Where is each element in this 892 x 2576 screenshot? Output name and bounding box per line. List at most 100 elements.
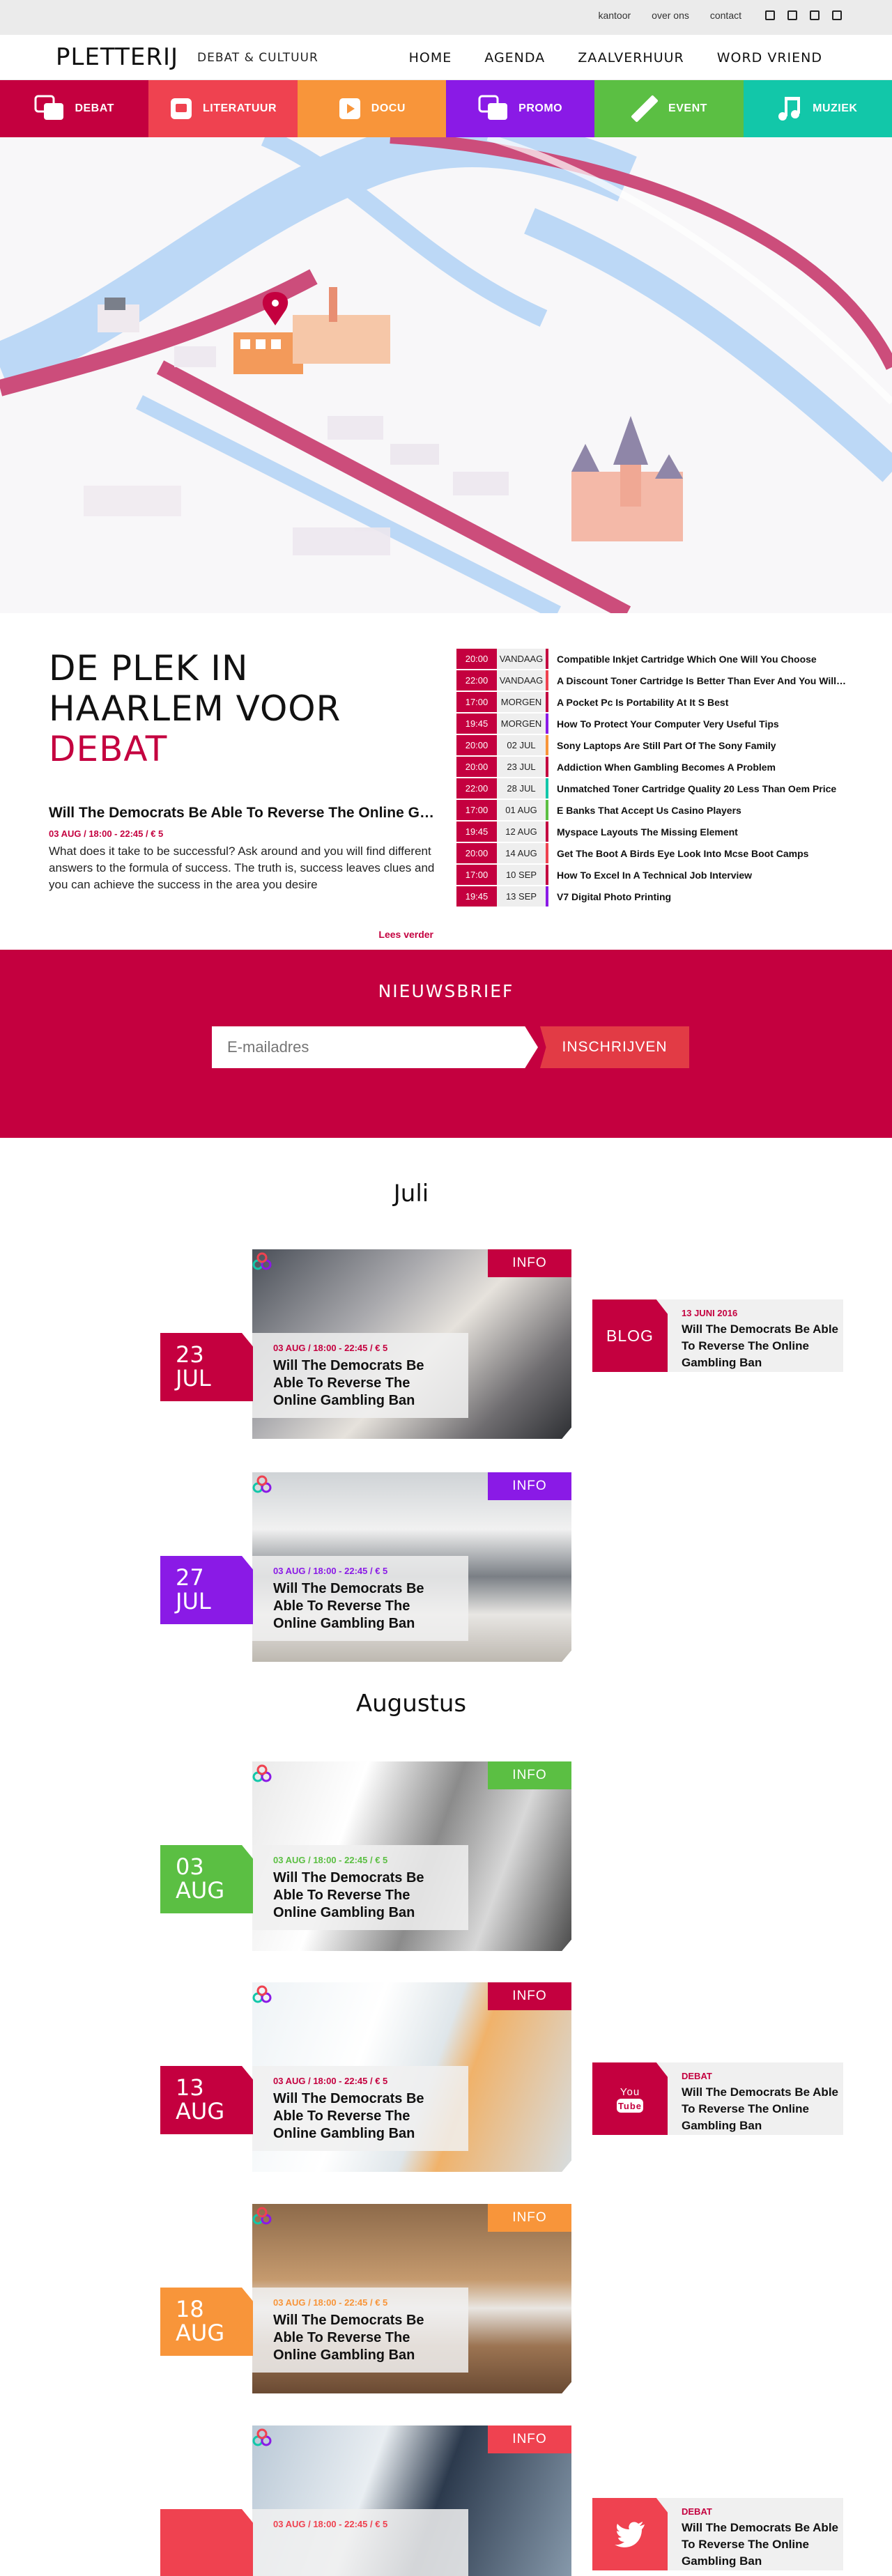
event-card[interactable]: INFO 03 AUG / 18:00 - 22:45 / € 5 Will The…: [160, 1249, 571, 1439]
schedule-title[interactable]: How To Protect Your Computer Very Useful…: [548, 718, 847, 730]
info-badge[interactable]: INFO: [488, 1761, 571, 1789]
schedule-row[interactable]: 22:00 VANDAAG A Discount Toner Cartridge I…: [456, 670, 847, 691]
schedule-title[interactable]: Sony Laptops Are Still Part Of The Sony …: [548, 740, 847, 751]
schedule-title[interactable]: Compatible Inkjet Cartridge Which One Wi…: [548, 654, 847, 665]
info-badge[interactable]: INFO: [488, 1249, 571, 1277]
event-meta: 03 AUG / 18:00 - 22:45 / € 5: [273, 2076, 388, 2086]
schedule-day: VANDAAG: [497, 670, 548, 691]
event-title[interactable]: Will The Democrats Be Able To Reverse Th…: [273, 1580, 454, 1633]
schedule-row[interactable]: 17:00 MORGEN A Pocket Pc Is Portability At…: [456, 691, 847, 713]
newsletter-section: NIEUWSBRIEF INSCHRIJVEN: [0, 950, 892, 1138]
schedule-title[interactable]: Addiction When Gambling Becomes A Proble…: [548, 762, 847, 773]
schedule-row[interactable]: 20:00 02 JUL Sony Laptops Are Still Part O…: [456, 734, 847, 756]
nav-zaalverhuur[interactable]: ZAALVERHUUR: [578, 50, 684, 65]
side-card-tag: BLOG: [592, 1299, 668, 1372]
pletterij-mark-icon: [252, 2207, 272, 2225]
facebook-icon[interactable]: [765, 10, 775, 20]
intro-section: DE PLEK IN HAARLEM VOOR DEBAT Will The D…: [0, 613, 892, 950]
pletterij-mark-icon: [252, 1475, 272, 1493]
nav-agenda[interactable]: AGENDA: [484, 50, 545, 65]
event-day: 23: [176, 1341, 204, 1368]
schedule-row[interactable]: 19:45 13 SEP V7 Digital Photo Printing: [456, 886, 847, 907]
ticket-icon: [631, 95, 659, 122]
category-literatuur[interactable]: LITERATUUR: [148, 80, 298, 137]
info-badge[interactable]: INFO: [488, 2425, 571, 2453]
nav-home[interactable]: HOME: [409, 50, 452, 65]
schedule-time: 20:00: [456, 735, 497, 755]
site-header: PLETTERIJ DEBAT & CULTUUR HOME AGENDA ZA…: [0, 35, 892, 80]
side-card-tag-label: BLOG: [606, 1326, 654, 1345]
pletterij-mark-icon: [252, 1985, 272, 2003]
category-label: DOCU: [371, 102, 406, 114]
side-card[interactable]: You Tube DEBAT Will The Democrats Be Able T…: [592, 2062, 843, 2135]
linkedin-icon[interactable]: [787, 10, 797, 20]
event-overlay: 03 AUG / 18:00 - 22:45 / € 5 Will The Dem…: [252, 1333, 468, 1418]
schedule-row[interactable]: 19:45 MORGEN How To Protect Your Computer …: [456, 713, 847, 734]
month-heading: Juli: [393, 1180, 429, 1208]
schedule-row[interactable]: 19:45 12 AUG Myspace Layouts The Missing E…: [456, 821, 847, 842]
schedule-title[interactable]: Unmatched Toner Cartridge Quality 20 Les…: [548, 783, 847, 794]
schedule-row[interactable]: 22:00 28 JUL Unmatched Toner Cartridge Qua…: [456, 778, 847, 799]
nav-word-vriend[interactable]: WORD VRIEND: [717, 50, 822, 65]
schedule-title[interactable]: E Banks That Accept Us Casino Players: [548, 805, 847, 816]
schedule-time: 17:00: [456, 800, 497, 820]
category-label: MUZIEK: [813, 102, 858, 114]
side-card[interactable]: DEBAT Will The Democrats Be Able To Rever…: [592, 2498, 843, 2570]
title-line-1: DE PLEK IN: [49, 648, 249, 688]
category-event[interactable]: EVENT: [594, 80, 744, 137]
side-card-tag: You Tube: [592, 2062, 668, 2135]
category-debat[interactable]: DEBAT: [0, 80, 149, 137]
event-day: 03: [176, 1853, 204, 1880]
subscribe-button[interactable]: INSCHRIJVEN: [540, 1026, 689, 1068]
category-docu[interactable]: DOCU: [297, 80, 446, 137]
side-card-meta: 13 JUNI 2016: [682, 1308, 738, 1318]
schedule-row[interactable]: 17:00 01 AUG E Banks That Accept Us Casino…: [456, 799, 847, 821]
event-card[interactable]: INFO 03 AUG / 18:00 - 22:45 / € 5 Will The…: [160, 1982, 571, 2172]
schedule-title[interactable]: How To Excel In A Technical Job Intervie…: [548, 870, 847, 881]
event-overlay: 03 AUG / 18:00 - 22:45 / € 5 Will The Dem…: [252, 1845, 468, 1930]
info-badge[interactable]: INFO: [488, 1982, 571, 2010]
schedule-title[interactable]: Get The Boot A Birds Eye Look Into Mcse …: [548, 848, 847, 859]
email-field[interactable]: [212, 1026, 538, 1068]
schedule-row[interactable]: 20:00 14 AUG Get The Boot A Birds Eye Look…: [456, 842, 847, 864]
side-card-title[interactable]: Will The Democrats Be Able To Reverse Th…: [682, 1321, 838, 1371]
event-overlay: 03 AUG / 18:00 - 22:45 / € 5 Will The Dem…: [252, 2066, 468, 2151]
read-more-link[interactable]: Lees verder: [378, 929, 433, 940]
event-card[interactable]: INFO 03 AUG / 18:00 - 22:45 / € 5 Will The…: [160, 2204, 571, 2393]
featured-meta: 03 AUG / 18:00 - 22:45 / € 5: [49, 828, 164, 839]
schedule-row[interactable]: 17:00 10 SEP How To Excel In A Technical J…: [456, 864, 847, 886]
side-card-text: DEBAT Will The Democrats Be Able To Rever…: [682, 2071, 838, 2134]
schedule-title[interactable]: V7 Digital Photo Printing: [548, 891, 847, 902]
event-overlay: 03 AUG / 18:00 - 22:45 / € 5: [252, 2509, 468, 2576]
schedule-title[interactable]: A Pocket Pc Is Portability At It S Best: [548, 697, 847, 708]
schedule-row[interactable]: 20:00 23 JUL Addiction When Gambling Becom…: [456, 756, 847, 778]
side-card-title[interactable]: Will The Democrats Be Able To Reverse Th…: [682, 2520, 838, 2570]
twitter-icon[interactable]: [810, 10, 820, 20]
event-title[interactable]: Will The Democrats Be Able To Reverse Th…: [273, 1357, 454, 1410]
link-contact[interactable]: contact: [710, 10, 741, 21]
schedule-title[interactable]: A Discount Toner Cartridge Is Better Tha…: [548, 675, 847, 686]
event-card[interactable]: INFO 03 AUG / 18:00 - 22:45 / € 5 Will The…: [160, 1761, 571, 1951]
youtube-icon[interactable]: [832, 10, 842, 20]
side-card[interactable]: BLOG 13 JUNI 2016 Will The Democrats Be Ab…: [592, 1299, 843, 1372]
link-over-ons[interactable]: over ons: [652, 10, 689, 21]
info-badge[interactable]: INFO: [488, 2204, 571, 2232]
event-title[interactable]: Will The Democrats Be Able To Reverse Th…: [273, 2312, 454, 2364]
event-month: AUG: [176, 2320, 225, 2346]
event-title[interactable]: Will The Democrats Be Able To Reverse Th…: [273, 1869, 454, 1922]
link-kantoor[interactable]: kantoor: [598, 10, 631, 21]
category-promo[interactable]: PROMO: [445, 80, 595, 137]
featured-title[interactable]: Will The Democrats Be Able To Reverse Th…: [49, 805, 439, 822]
site-logo[interactable]: PLETTERIJ: [56, 43, 178, 71]
event-card[interactable]: INFO 03 AUG / 18:00 - 22:45 / € 5 Will The…: [160, 1472, 571, 1662]
schedule-row[interactable]: 20:00 VANDAAG Compatible Inkjet Cartridge …: [456, 648, 847, 670]
category-label: LITERATUUR: [202, 102, 277, 114]
event-card[interactable]: INFO 03 AUG / 18:00 - 22:45 / € 5: [160, 2425, 571, 2576]
category-muziek[interactable]: MUZIEK: [743, 80, 892, 137]
event-day: 27: [176, 1564, 204, 1591]
info-badge[interactable]: INFO: [488, 1472, 571, 1500]
event-meta: 03 AUG / 18:00 - 22:45 / € 5: [273, 1343, 388, 1353]
side-card-title[interactable]: Will The Democrats Be Able To Reverse Th…: [682, 2084, 838, 2134]
schedule-title[interactable]: Myspace Layouts The Missing Element: [548, 826, 847, 838]
event-title[interactable]: Will The Democrats Be Able To Reverse Th…: [273, 2090, 454, 2143]
